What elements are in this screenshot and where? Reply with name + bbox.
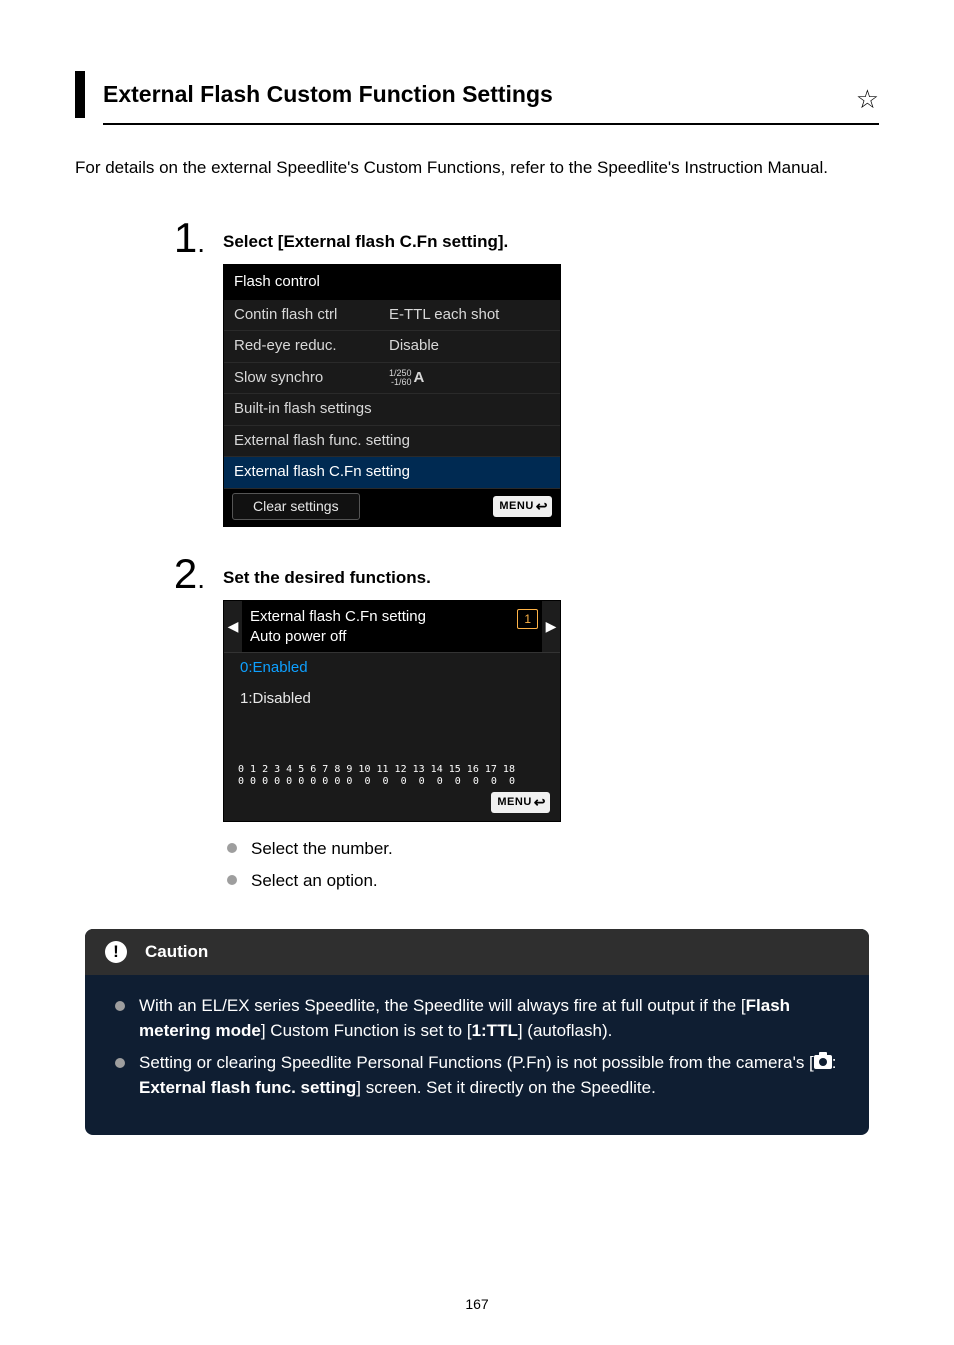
- caution-icon: !: [105, 941, 127, 963]
- step-number-1: 1.: [165, 217, 205, 259]
- list-item: Select an option.: [227, 868, 879, 894]
- cfn-title-line2: Auto power off: [250, 627, 534, 647]
- clear-settings-button: Clear settings: [232, 493, 360, 520]
- menu-row-external-flash-func: External flash func. setting: [224, 425, 560, 457]
- menu-row-slow-synchro: Slow synchro 1/250 -1/60 A: [224, 362, 560, 394]
- menu-return-badge: MENU↩: [493, 496, 552, 517]
- intro-paragraph: For details on the external Speedlite's …: [75, 155, 879, 181]
- option-enabled: 0:Enabled: [224, 653, 560, 684]
- bullet-icon: [227, 875, 237, 885]
- camera-icon: [814, 1055, 832, 1069]
- menu-row-contin-flash: Contin flash ctrl E-TTL each shot: [224, 300, 560, 331]
- bullet-icon: [115, 1058, 125, 1068]
- bullet-icon: [227, 843, 237, 853]
- return-icon: ↩: [536, 496, 548, 517]
- menu-return-badge: MENU↩: [491, 792, 550, 813]
- menu-header: Flash control: [224, 265, 560, 300]
- right-arrow-icon: ▶: [542, 601, 560, 652]
- step-1-title: Select [External flash C.Fn setting].: [223, 229, 879, 255]
- return-icon: ↩: [534, 792, 546, 813]
- page-indicator-badge: 1: [517, 609, 538, 629]
- menu-row-builtin-flash: Built-in flash settings: [224, 393, 560, 425]
- cfn-index-numbers: 0 1 2 3 4 5 6 7 8 9 10 11 12 13 14 15 16…: [224, 758, 560, 790]
- bullet-icon: [115, 1001, 125, 1011]
- menu-row-red-eye: Red-eye reduc. Disable: [224, 330, 560, 362]
- list-item: Setting or clearing Speedlite Personal F…: [115, 1050, 839, 1101]
- caution-title: Caution: [145, 939, 208, 965]
- page-number: 167: [0, 1294, 954, 1315]
- star-icon: ☆: [856, 80, 879, 119]
- option-disabled: 1:Disabled: [224, 684, 560, 715]
- menu-row-external-flash-cfn: External flash C.Fn setting: [224, 456, 560, 488]
- flash-control-menu: Flash control Contin flash ctrl E-TTL ea…: [223, 264, 561, 527]
- step-number-2: 2.: [165, 553, 205, 595]
- list-item: With an EL/EX series Speedlite, the Spee…: [115, 993, 839, 1044]
- cfn-title-line1: External flash C.Fn setting: [250, 607, 534, 627]
- left-arrow-icon: ◀: [224, 601, 242, 652]
- caution-box: ! Caution With an EL/EX series Speedlite…: [85, 929, 869, 1135]
- page-title: External Flash Custom Function Settings: [103, 71, 553, 118]
- list-item: Select the number.: [227, 836, 879, 862]
- cfn-setting-menu: ◀ External flash C.Fn setting Auto power…: [223, 600, 561, 822]
- step-2-title: Set the desired functions.: [223, 565, 879, 591]
